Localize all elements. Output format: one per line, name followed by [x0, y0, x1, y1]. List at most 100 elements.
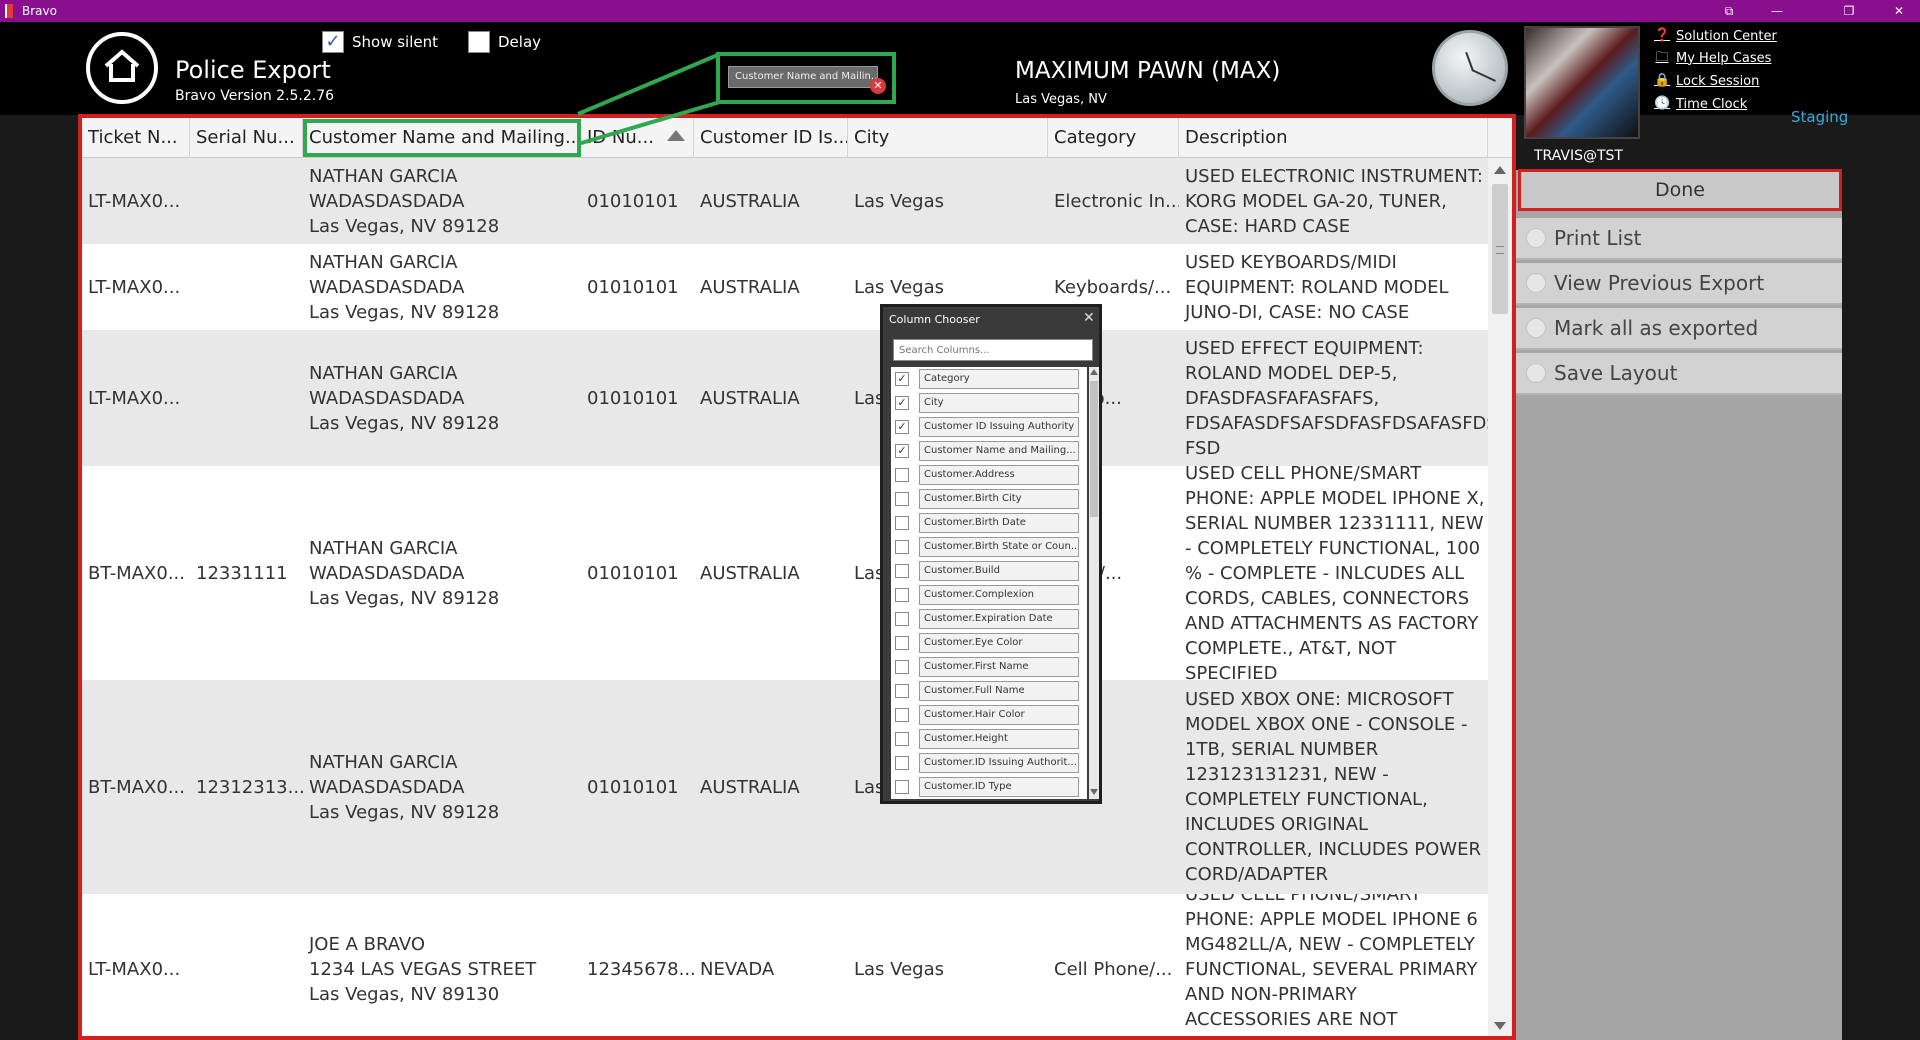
column-option[interactable]: Customer.Expiration Date	[891, 607, 1087, 631]
table-row[interactable]: LT-MAX0... JOE A BRAVO 1234 LAS VEGAS STRE…	[82, 894, 1488, 1036]
group-by-panel[interactable]: Customer Name and Mailin... ✕	[716, 52, 896, 104]
column-option[interactable]: Customer.Address	[891, 463, 1087, 487]
column-option-label[interactable]: Customer.Height	[919, 729, 1079, 749]
scroll-down-icon[interactable]	[1494, 1022, 1506, 1030]
checkbox-icon[interactable]	[895, 540, 909, 554]
table-row[interactable]: LT-MAX0... NATHAN GARCIA WADASDASDADA Las V…	[82, 244, 1488, 330]
column-option-label[interactable]: Category	[919, 369, 1079, 389]
column-option-label[interactable]: Customer.Hair Color	[919, 705, 1079, 725]
checkbox-icon[interactable]: ✓	[895, 396, 909, 410]
column-header-serial[interactable]: Serial Nu...	[190, 118, 303, 158]
checkbox-icon[interactable]	[895, 684, 909, 698]
column-option[interactable]: Customer.Birth State or Coun...	[891, 535, 1087, 559]
column-option[interactable]: Customer.Height	[891, 727, 1087, 751]
column-option-label[interactable]: Customer ID Issuing Authority	[919, 417, 1079, 437]
checkbox-icon[interactable]	[895, 660, 909, 674]
show-silent-checkbox[interactable]: ✓ Show silent	[322, 30, 438, 54]
checkbox-icon[interactable]	[895, 588, 909, 602]
checkbox-icon[interactable]	[895, 732, 909, 746]
checkbox-icon[interactable]	[895, 756, 909, 770]
scroll-thumb[interactable]	[1492, 184, 1508, 314]
column-option[interactable]: Customer.ID Type	[891, 775, 1087, 799]
snap-window-button[interactable]: ⧉	[1714, 2, 1744, 20]
column-option[interactable]: ✓ Category	[891, 367, 1087, 391]
checkbox-icon[interactable]	[895, 708, 909, 722]
column-option-label[interactable]: Customer.First Name	[919, 657, 1079, 677]
table-row[interactable]: LT-MAX0... NATHAN GARCIA WADASDASDADA Las V…	[82, 158, 1488, 244]
column-option-label[interactable]: Customer.Expiration Date	[919, 609, 1079, 629]
column-option-label[interactable]: City	[919, 393, 1079, 413]
column-header-city[interactable]: City	[848, 118, 1048, 158]
table-row[interactable]: BT-MAX0... 12312313... NATHAN GARCIA WADASD…	[82, 680, 1488, 894]
checkbox-icon[interactable]	[895, 516, 909, 530]
checkbox-icon[interactable]: ✓	[895, 372, 909, 386]
checkbox-icon[interactable]	[895, 780, 909, 794]
checkbox-icon[interactable]: ✓	[322, 31, 344, 53]
grid-scrollbar[interactable]	[1488, 158, 1512, 1036]
checkbox-icon[interactable]: ✓	[895, 420, 909, 434]
restore-button[interactable]: ❐	[1834, 2, 1864, 20]
column-option[interactable]: ✓ Customer ID Issuing Authority	[891, 415, 1087, 439]
column-option[interactable]: Customer.Birth City	[891, 487, 1087, 511]
group-by-chip[interactable]: Customer Name and Mailin...	[728, 66, 878, 88]
view-previous-export-button[interactable]: View Previous Export	[1516, 263, 1842, 305]
column-option-label[interactable]: Customer.Complexion	[919, 585, 1079, 605]
scroll-up-icon[interactable]	[1090, 369, 1098, 375]
avatar[interactable]	[1524, 26, 1640, 139]
column-option-label[interactable]: Customer.Address	[919, 465, 1079, 485]
column-option[interactable]: Customer.ID Issuing Authorit...	[891, 751, 1087, 775]
time-clock-link[interactable]: 🕓 Time Clock	[1654, 96, 1747, 112]
column-option-label[interactable]: Customer.ID Issuing Authorit...	[919, 753, 1079, 773]
table-row[interactable]: BT-MAX0... 12331111 NATHAN GARCIA WADASDASD…	[82, 466, 1488, 680]
column-header-category[interactable]: Category	[1048, 118, 1179, 158]
column-option[interactable]: Customer.Full Name	[891, 679, 1087, 703]
my-help-cases-link[interactable]: 🗀 My Help Cases	[1654, 50, 1771, 66]
save-layout-button[interactable]: Save Layout	[1516, 353, 1842, 395]
column-option[interactable]: Customer.Complexion	[891, 583, 1087, 607]
column-option[interactable]: Customer.Hair Color	[891, 703, 1087, 727]
column-option[interactable]: Customer.Eye Color	[891, 631, 1087, 655]
checkbox-icon[interactable]	[895, 492, 909, 506]
column-option-label[interactable]: Customer Name and Mailing...	[919, 441, 1079, 461]
done-button[interactable]: Done	[1518, 169, 1842, 211]
column-option[interactable]: ✓ Customer Name and Mailing...	[891, 439, 1087, 463]
column-header-id-issuer[interactable]: Customer ID Is...	[694, 118, 848, 158]
column-chooser-dialog[interactable]: Column Chooser ✕ ✓ Category ✓ City ✓ Customer…	[880, 304, 1102, 804]
chooser-scrollbar[interactable]	[1089, 367, 1099, 799]
checkbox-icon[interactable]	[895, 612, 909, 626]
column-option-label[interactable]: Customer.Birth Date	[919, 513, 1079, 533]
delay-checkbox[interactable]: Delay	[468, 30, 541, 54]
checkbox-icon[interactable]	[895, 468, 909, 482]
remove-chip-icon[interactable]: ✕	[870, 78, 886, 94]
home-button[interactable]	[86, 32, 158, 104]
close-icon[interactable]: ✕	[1083, 310, 1095, 326]
checkbox-icon[interactable]	[895, 564, 909, 578]
mark-all-exported-button[interactable]: Mark all as exported	[1516, 308, 1842, 350]
column-option[interactable]: Customer.Birth Date	[891, 511, 1087, 535]
column-option-label[interactable]: Customer.Full Name	[919, 681, 1079, 701]
column-option-label[interactable]: Customer.Birth City	[919, 489, 1079, 509]
column-header-ticket[interactable]: Ticket N...	[82, 118, 190, 158]
table-row[interactable]: LT-MAX0... NATHAN GARCIA WADASDASDADA Las V…	[82, 330, 1488, 466]
scroll-up-icon[interactable]	[1494, 166, 1506, 174]
lock-session-link[interactable]: 🔒 Lock Session	[1654, 73, 1759, 89]
column-option-label[interactable]: Customer.Birth State or Coun...	[919, 537, 1079, 557]
column-option[interactable]: Customer.Build	[891, 559, 1087, 583]
column-option-label[interactable]: Customer.Build	[919, 561, 1079, 581]
column-option[interactable]: ✓ City	[891, 391, 1087, 415]
minimize-button[interactable]: —	[1762, 2, 1792, 20]
table-cell-id: 12345678...	[587, 958, 694, 980]
column-option-label[interactable]: Customer.ID Type	[919, 777, 1079, 797]
scroll-thumb[interactable]	[1090, 381, 1098, 517]
search-columns-input[interactable]	[893, 339, 1093, 361]
print-list-button[interactable]: Print List	[1516, 218, 1842, 260]
scroll-down-icon[interactable]	[1090, 789, 1098, 795]
checkbox-icon[interactable]	[468, 31, 490, 53]
solution-center-link[interactable]: ❓ Solution Center	[1654, 28, 1777, 44]
close-window-button[interactable]: ✕	[1884, 2, 1914, 20]
checkbox-icon[interactable]: ✓	[895, 444, 909, 458]
column-option[interactable]: Customer.First Name	[891, 655, 1087, 679]
column-option-label[interactable]: Customer.Eye Color	[919, 633, 1079, 653]
column-header-description[interactable]: Description	[1179, 118, 1488, 158]
checkbox-icon[interactable]	[895, 636, 909, 650]
